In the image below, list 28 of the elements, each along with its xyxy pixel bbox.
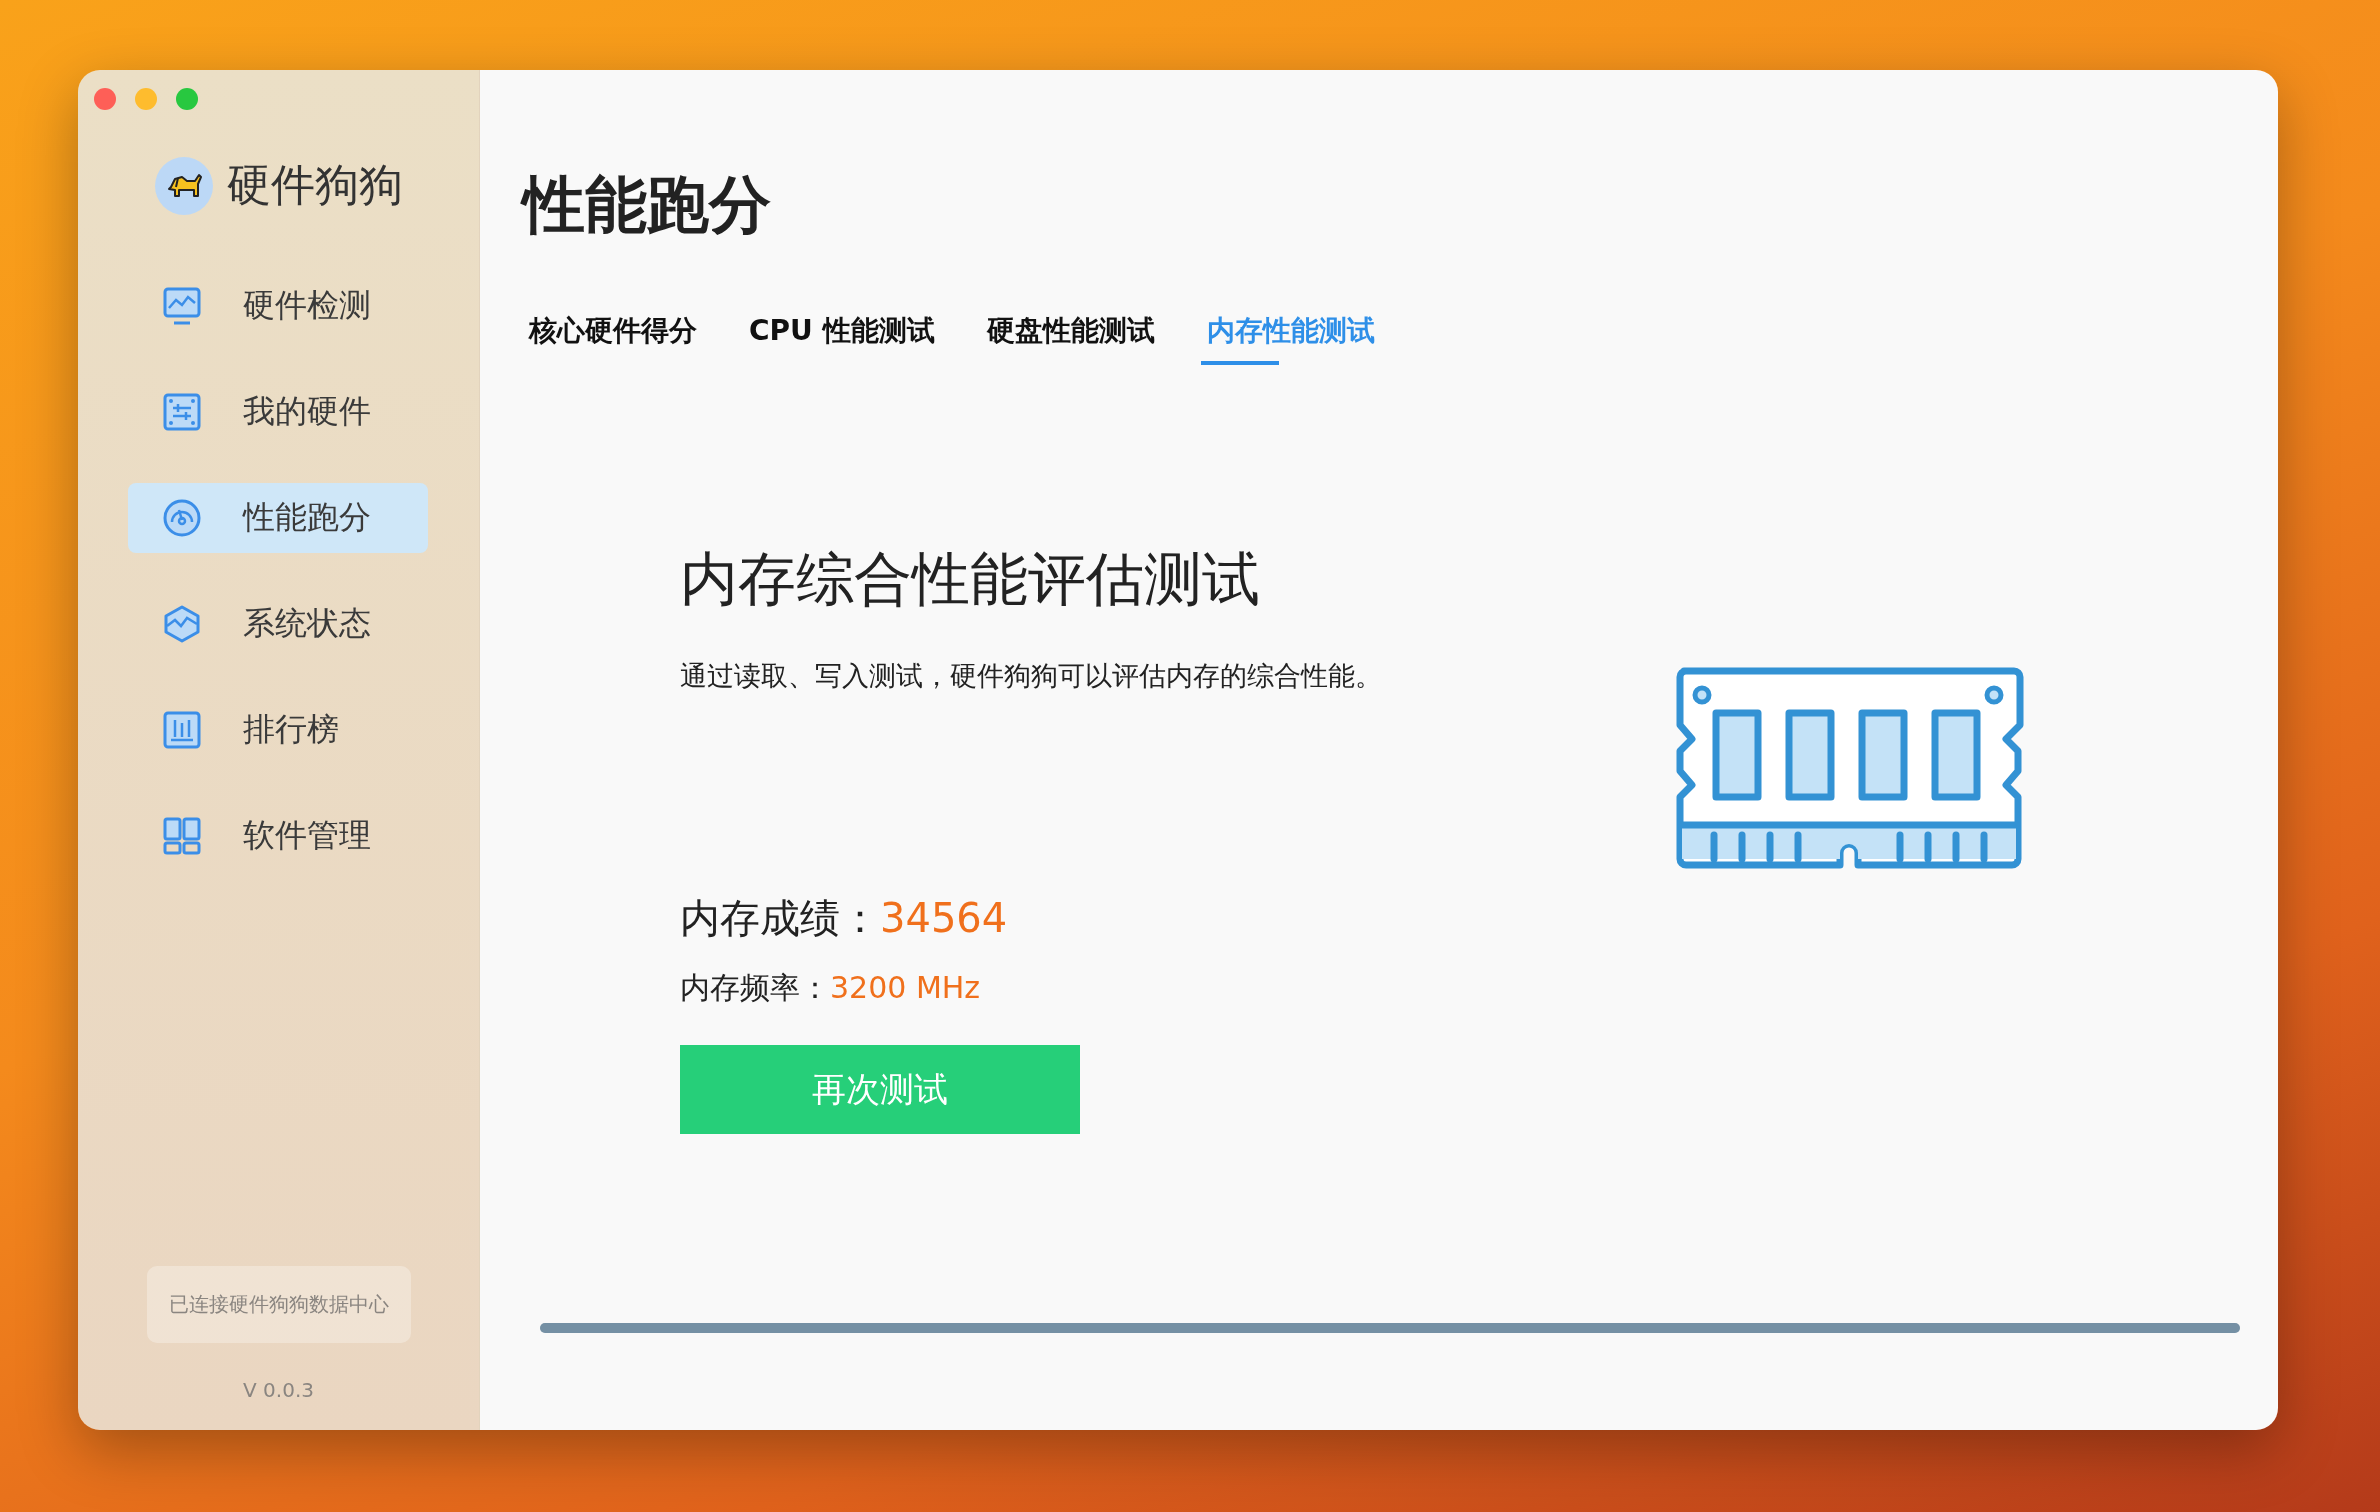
sidebar-item[interactable]: 性能跑分 <box>128 483 428 553</box>
close-window-button[interactable] <box>94 88 116 110</box>
circuit-board-icon <box>162 392 202 432</box>
dog-logo-icon <box>154 156 213 215</box>
app-name: 硬件狗狗 <box>226 158 403 212</box>
app-grid-icon <box>162 816 202 856</box>
score-value: 34564 <box>880 894 1008 943</box>
sidebar-item[interactable]: 系统状态 <box>128 589 428 659</box>
sidebar-item[interactable]: 硬件检测 <box>128 271 428 341</box>
frequency-label: 内存频率： <box>680 969 830 1007</box>
connection-status: 已连接硬件狗狗数据中心 <box>146 1266 411 1343</box>
minimize-window-button[interactable] <box>135 88 157 110</box>
tab[interactable]: 核心硬件得分 <box>523 310 703 365</box>
version-label: V 0.0.3 <box>242 1378 315 1402</box>
section-title: 内存综合性能评估测试 <box>680 544 1260 614</box>
sidebar-item[interactable]: 我的硬件 <box>128 377 428 447</box>
sidebar-item[interactable]: 软件管理 <box>128 801 428 871</box>
frequency-value: 3200 MHz <box>830 969 981 1007</box>
tab[interactable]: 硬盘性能测试 <box>980 310 1161 365</box>
monitor-icon <box>162 286 202 326</box>
bar-chart-icon <box>162 710 202 750</box>
hexagon-pulse-icon <box>162 604 202 644</box>
tab[interactable]: CPU 性能测试 <box>743 310 941 365</box>
description-text: 通过读取、写入测试，硬件狗狗可以评估内存的综合性能。 <box>680 659 1382 693</box>
score-label: 内存成绩： <box>680 894 880 943</box>
zoom-window-button[interactable] <box>176 88 198 110</box>
sidebar-item[interactable]: 排行榜 <box>128 695 428 765</box>
gauge-icon <box>162 498 202 538</box>
